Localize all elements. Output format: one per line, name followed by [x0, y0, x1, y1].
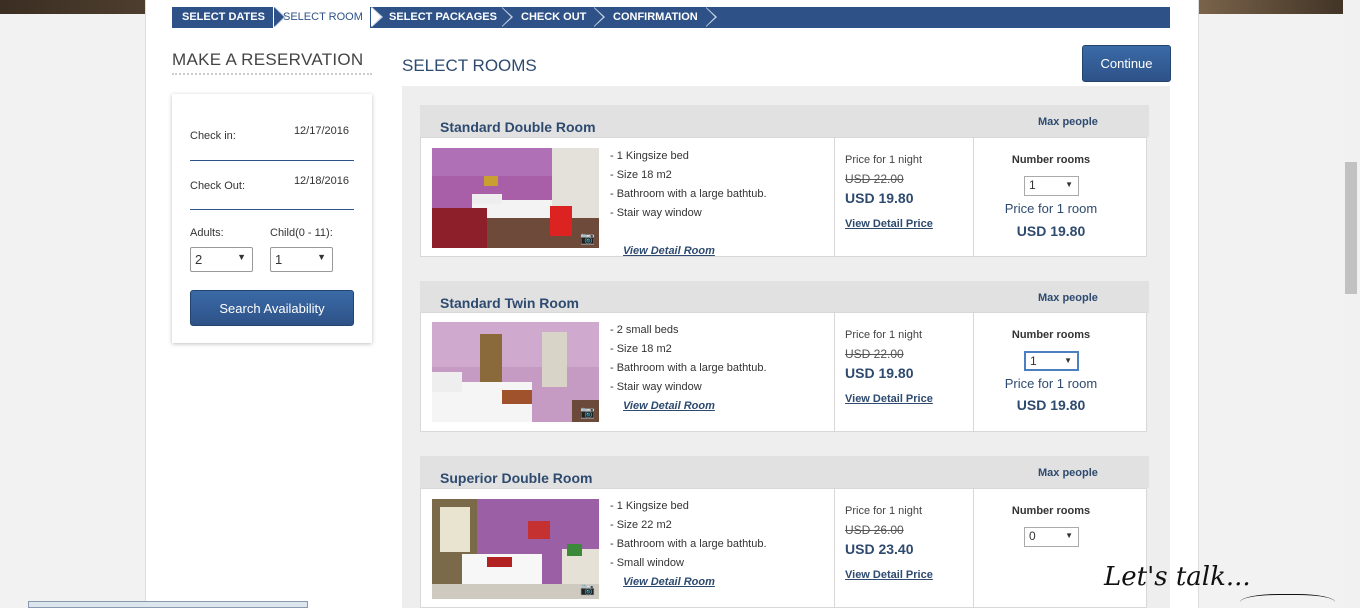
divider — [190, 209, 354, 210]
number-rooms-select[interactable]: 1 ▼ — [1024, 351, 1079, 371]
room-details: 📷 - 2 small beds - Size 18 m2 - Bathroom… — [420, 312, 1147, 432]
max-people-label: Max people — [1038, 292, 1098, 304]
number-rooms-label: Number rooms — [1011, 505, 1091, 517]
room-photo[interactable]: 📷 — [432, 148, 599, 248]
room-photo[interactable]: 📷 — [432, 499, 599, 599]
step-select-room[interactable]: SELECT ROOM — [273, 7, 383, 28]
chat-widget[interactable]: Let's talk... — [1104, 562, 1251, 592]
room-feature: - 1 Kingsize bed — [610, 150, 689, 162]
chevron-down-icon: ▼ — [1065, 531, 1073, 540]
max-people-label: Max people — [1038, 467, 1098, 479]
continue-button[interactable]: Continue — [1082, 45, 1171, 82]
divider — [834, 489, 835, 607]
room-name[interactable]: Standard Double Room — [440, 119, 596, 135]
room-name[interactable]: Standard Twin Room — [440, 295, 579, 311]
camera-icon[interactable]: 📷 — [580, 582, 595, 596]
room-header: Standard Double Room Max people — [420, 105, 1149, 137]
divider — [834, 313, 835, 431]
reservation-title: MAKE A RESERVATION — [172, 50, 364, 69]
room-name[interactable]: Superior Double Room — [440, 470, 592, 486]
room-list: Standard Double Room Max people 📷 - 1 Ki… — [402, 86, 1170, 608]
scrollbar[interactable] — [1343, 0, 1360, 608]
child-select[interactable]: 1 ▼ — [270, 247, 333, 272]
view-detail-room-link[interactable]: View Detail Room — [623, 245, 715, 257]
checkout-row: Check Out: 12/18/2016 — [190, 175, 354, 192]
chat-widget-underline — [1240, 594, 1335, 608]
step-select-dates[interactable]: SELECT DATES — [172, 7, 286, 28]
price-for-room-label: Price for 1 room — [1004, 201, 1098, 216]
max-people-label: Max people — [1038, 116, 1098, 128]
step-select-packages[interactable]: SELECT PACKAGES — [370, 7, 513, 28]
chevron-down-icon: ▼ — [237, 252, 246, 262]
view-detail-room-link[interactable]: View Detail Room — [623, 576, 715, 588]
camera-icon[interactable]: 📷 — [580, 231, 595, 245]
search-availability-button[interactable]: Search Availability — [190, 290, 354, 326]
divider — [834, 138, 835, 256]
room-feature: - Size 18 m2 — [610, 169, 672, 181]
room-feature: - 1 Kingsize bed — [610, 500, 689, 512]
price-label: Price for 1 night — [845, 329, 923, 341]
booking-steps: SELECT DATES SELECT ROOM SELECT PACKAGES… — [172, 7, 1170, 28]
adults-label: Adults: — [190, 227, 224, 239]
room-feature: - Bathroom with a large bathtub. — [610, 538, 767, 550]
status-bar — [28, 601, 308, 608]
room-feature: - Bathroom with a large bathtub. — [610, 362, 767, 374]
camera-icon[interactable]: 📷 — [580, 405, 595, 419]
room-feature: - Bathroom with a large bathtub. — [610, 188, 767, 200]
view-detail-price-link[interactable]: View Detail Price — [845, 393, 933, 405]
room-details: 📷 - 1 Kingsize bed - Size 22 m2 - Bathro… — [420, 488, 1147, 608]
scrollbar-thumb[interactable] — [1345, 162, 1357, 294]
divider — [172, 73, 372, 75]
number-rooms-select[interactable]: 1 ▼ — [1024, 176, 1079, 196]
number-rooms-label: Number rooms — [1011, 329, 1091, 341]
room-feature: - Small window — [610, 557, 684, 569]
original-price: USD 26.00 — [845, 523, 904, 537]
step-check-out[interactable]: CHECK OUT — [500, 7, 605, 28]
room-total-price: USD 19.80 — [1016, 223, 1086, 239]
checkin-label: Check in: — [190, 130, 236, 142]
room-feature: - Stair way window — [610, 381, 702, 393]
room-feature: - Size 18 m2 — [610, 343, 672, 355]
view-detail-room-link[interactable]: View Detail Room — [623, 400, 715, 412]
discounted-price: USD 19.80 — [845, 365, 914, 381]
view-detail-price-link[interactable]: View Detail Price — [845, 218, 933, 230]
chevron-down-icon: ▼ — [317, 252, 326, 262]
view-detail-price-link[interactable]: View Detail Price — [845, 569, 933, 581]
room-feature: - 2 small beds — [610, 324, 679, 336]
checkin-row: Check in: 12/17/2016 — [190, 125, 354, 142]
room-details: 📷 - 1 Kingsize bed - Size 18 m2 - Bathro… — [420, 137, 1147, 257]
original-price: USD 22.00 — [845, 347, 904, 361]
room-feature: - Size 22 m2 — [610, 519, 672, 531]
reservation-form: Check in: 12/17/2016 Check Out: 12/18/20… — [172, 94, 372, 343]
child-label: Child(0 - 11): — [270, 227, 333, 239]
checkin-date[interactable]: 12/17/2016 — [294, 125, 349, 137]
price-label: Price for 1 night — [845, 505, 923, 517]
room-feature: - Stair way window — [610, 207, 702, 219]
discounted-price: USD 19.80 — [845, 190, 914, 206]
page-title: SELECT ROOMS — [402, 56, 537, 75]
divider — [190, 160, 354, 161]
room-header: Superior Double Room Max people — [420, 456, 1149, 488]
checkout-label: Check Out: — [190, 180, 246, 192]
step-confirmation[interactable]: CONFIRMATION — [592, 7, 717, 28]
discounted-price: USD 23.40 — [845, 541, 914, 557]
chevron-down-icon: ▼ — [1065, 180, 1073, 189]
room-header: Standard Twin Room Max people — [420, 281, 1149, 313]
adults-select[interactable]: 2 ▼ — [190, 247, 253, 272]
price-for-room-label: Price for 1 room — [1004, 376, 1098, 391]
number-rooms-select[interactable]: 0 ▼ — [1024, 527, 1079, 547]
price-label: Price for 1 night — [845, 154, 923, 166]
room-photo[interactable]: 📷 — [432, 322, 599, 422]
number-rooms-label: Number rooms — [1011, 154, 1091, 166]
room-total-price: USD 19.80 — [1016, 397, 1086, 413]
checkout-date[interactable]: 12/18/2016 — [294, 175, 349, 187]
original-price: USD 22.00 — [845, 172, 904, 186]
chevron-down-icon: ▼ — [1064, 356, 1072, 365]
